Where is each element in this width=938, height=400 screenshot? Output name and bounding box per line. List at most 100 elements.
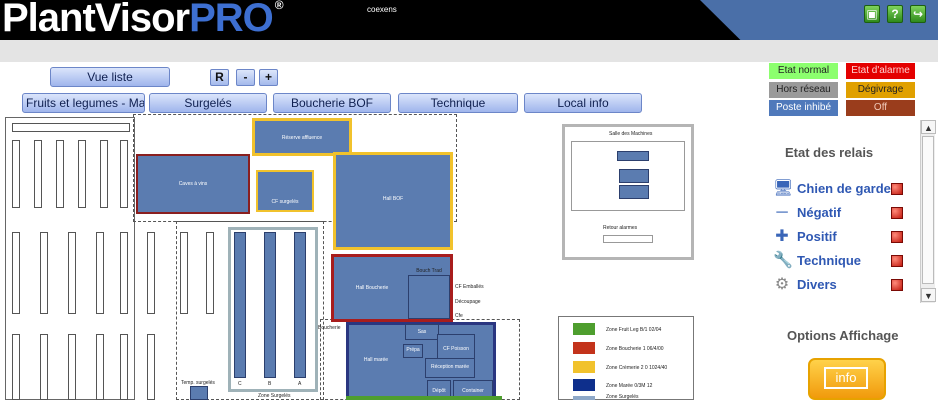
relais-item-negatif[interactable]: ─ Négatif [769,204,919,224]
rack-v [68,334,76,400]
scroll-up-icon[interactable]: ▲ [921,120,936,134]
rack-surgeles-c[interactable] [234,232,246,378]
alarm-return-box [603,235,653,243]
rack-v [147,334,155,400]
label-salle-machines: Salle des Machines [609,131,653,137]
logo-main-text: PlantVisor [2,0,190,40]
map-legend-label-boucherie: Zone Boucherie 1 06/4/00 [606,346,664,352]
zone-prepa[interactable]: Prépa [403,344,423,358]
app-root: PlantVisorPRO ® coexens ▣ ? ↪ Vue liste R… [0,0,938,400]
map-legend-swatch-maree [573,379,595,391]
relais-panel: Etat des relais 🖥 Chien de garde ─ Négat… [769,130,919,312]
info-button[interactable]: info [808,358,886,400]
relay-status-led [891,231,903,243]
zone-temp-surgeles[interactable] [190,386,208,400]
tab-fruits-legumes[interactable]: Fruits et legumes - Ma [22,93,145,113]
relay-status-led [891,279,903,291]
rack-v [40,334,48,400]
rack-v [78,140,86,208]
label-zone-surgeles: Zone Surgelés [258,393,291,399]
rack-v [68,232,76,314]
zone-bouch-trad[interactable]: Bouch Trad [408,268,450,319]
zoom-out-button[interactable]: - [236,69,255,86]
options-title: Options Affichage [787,328,899,343]
zone-reception-maree[interactable]: Réception marée [425,358,475,378]
map-legend-swatch-surgeles [573,396,595,400]
help-icon[interactable]: ? [887,5,903,23]
rack-v [40,232,48,314]
info-label: info [824,367,868,389]
relay-status-led [891,183,903,195]
label-decoupage: Découpage [455,299,481,305]
rack-v [120,140,128,208]
tab-technique[interactable]: Technique [398,93,518,113]
machine-unit-1[interactable] [617,151,649,161]
rack-surgeles-b[interactable] [264,232,276,378]
options-panel: Options Affichage info [769,318,919,400]
relais-scrollbar[interactable]: ▲ ▼ [920,120,936,303]
tab-boucherie-bof[interactable]: Boucherie BOF [273,93,391,113]
zoom-reset-button[interactable]: R [210,69,229,86]
relais-item-chien-de-garde[interactable]: 🖥 Chien de garde [769,180,919,200]
exit-icon[interactable]: ↪ [910,5,926,23]
legend-etat-normal: Etat normal [769,63,838,79]
rack-v [100,140,108,208]
map-legend-label-fruits: Zone Fruit Leg B/1 02/04 [606,327,662,333]
app-logo: PlantVisorPRO ® [2,0,284,41]
map-legend-swatch-fruits [573,323,595,335]
rack-v [56,140,64,208]
computer-icon: 🖥 [773,180,794,197]
rack-v [12,334,20,400]
relais-title: Etat des relais [785,145,874,160]
minus-icon: ─ [776,204,788,221]
rack-v [96,334,104,400]
relais-item-technique[interactable]: 🔧 Technique [769,252,919,272]
relais-item-positif[interactable]: ✚ Positif [769,228,919,248]
relais-item-divers[interactable]: ⚙ Divers [769,276,919,296]
rack-v [34,140,42,208]
map-legend-label-maree: Zone Marée 0/3M 12 [606,383,653,389]
tab-surgeles[interactable]: Surgelés [149,93,267,113]
rack-v [120,232,128,314]
map-legend-label-surgeles: Zone Surgelés [606,394,639,400]
machine-unit-2[interactable] [619,169,649,183]
gear-icon: ⚙ [774,276,790,293]
view-list-button[interactable]: Vue liste [50,67,170,87]
zone-reserve[interactable]: Réserve affluence [252,118,352,156]
legend-poste-inhibe: Poste inhibé [769,100,838,116]
brand-subtitle: coexens [367,5,397,14]
panel-salle-machines: Salle des Machines Retour alarmes [562,124,694,260]
scroll-down-icon[interactable]: ▼ [921,288,936,302]
map-legend-swatch-cremerie [573,361,595,373]
zone-hall-bof[interactable]: Hall BOF [333,152,453,250]
map-legend-swatch-boucherie [573,342,595,354]
label-cfe: Cfe [455,313,463,319]
tab-local-info[interactable]: Local info [524,93,642,113]
rack-v [120,334,128,400]
rack-v [12,140,20,208]
scroll-thumb[interactable] [922,136,934,284]
label-rack-b: B [268,381,272,387]
zone-cf-poisson[interactable]: CF Poisson [437,334,475,360]
zone-caves[interactable]: Caves à vins [136,154,250,214]
rack-v [96,232,104,314]
label-boucherie: Boucherie [318,325,341,331]
rack-v [147,232,155,314]
label-rack-a: A [298,381,302,387]
map-top-shelf [12,123,130,132]
rack-surgeles-a[interactable] [294,232,306,378]
logo-registered: ® [274,0,284,12]
legend-etat-alarme: Etat d'alarme [846,63,915,79]
zone-sas[interactable]: Sas [405,324,439,340]
legend-off: Off [846,100,915,116]
plus-icon: ✚ [775,228,789,245]
zone-cf-surgeles[interactable]: CF surgelés [256,170,314,212]
header-band [0,40,938,62]
floor-plan-map: Réserve affluence Caves à vins CF surgel… [0,114,694,400]
lock-icon[interactable]: ▣ [864,5,880,23]
machine-unit-3[interactable] [619,185,649,199]
legend-hors-reseau: Hors réseau [769,82,838,98]
label-retour-alarmes: Retour alarmes [603,225,638,231]
legend-degivrage: Dégivrage [846,82,915,98]
zoom-in-button[interactable]: + [259,69,278,86]
